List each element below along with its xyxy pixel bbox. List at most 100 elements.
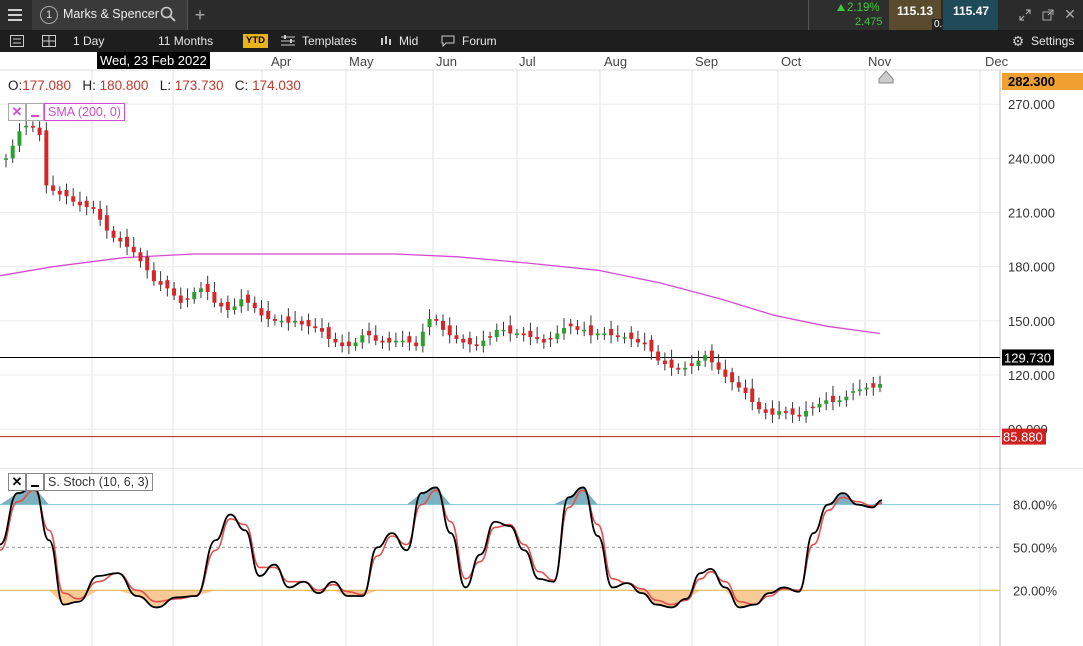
add-tab-icon[interactable]: + [190,5,210,25]
candle-body [306,319,311,327]
close-label: C: [234,78,249,93]
candle-body [10,145,15,159]
instrument-tab[interactable]: 1 Marks & Spencer [32,0,188,30]
expand-icon[interactable] [1018,8,1032,22]
x-tick-label: Sep [695,54,718,69]
candle [588,315,593,344]
tab-number-badge: 1 [40,6,58,24]
candle [367,322,372,344]
close-value: 174.030 [252,78,301,93]
candle [709,344,714,371]
candle [817,397,822,413]
candle [293,310,298,328]
candle-body [696,360,701,366]
high-level-label: 129.730 [1004,350,1051,365]
forum-button[interactable]: Forum [462,30,497,52]
high-value: 180.800 [99,78,149,93]
stoch-legend[interactable]: S. Stoch (10, 6, 3) [44,473,153,491]
candle-body [313,326,318,329]
stoch-remove-icon[interactable]: ✕ [8,473,26,491]
candle [649,335,654,360]
current-price-label: 282.300 [1008,74,1055,89]
forum-icon [440,34,456,48]
sma-remove-icon[interactable]: ✕ [8,103,26,121]
candle [541,334,546,349]
settings-button[interactable]: Settings [1031,30,1074,52]
candle-body [346,341,351,347]
ask-box[interactable]: 115.47 [943,0,998,30]
candle [259,300,264,322]
candle [111,226,116,243]
candle-body [844,396,849,401]
ytd-button[interactable]: YTD [243,34,268,48]
search-icon[interactable] [160,6,176,27]
layout-list-icon[interactable] [6,32,28,50]
candle [51,175,56,196]
candle-body [30,125,35,128]
candle-body [165,280,170,289]
x-tick-label: Nov [868,54,892,69]
sma-legend[interactable]: SMA (200, 0) [44,103,125,121]
candle [219,298,224,313]
hamburger-menu-icon[interactable] [4,5,26,25]
x-tick-label: Oct [781,54,802,69]
candle-body [467,337,472,345]
candle-body [239,299,244,307]
chart-toolbar: 1 Day 11 Months YTD Templates Mid Forum … [0,30,1083,52]
candle [824,392,829,411]
candle [656,345,661,366]
candle [326,322,331,348]
candle-body [494,329,499,338]
candle [797,406,802,422]
candle [145,250,150,279]
stoch-minimize-icon[interactable] [26,473,44,491]
candle-body [219,302,224,307]
candle-body [689,363,694,366]
candle-body [864,387,869,390]
candle-body [138,252,143,262]
candle [723,359,728,384]
candle-body [272,319,277,321]
candle [830,385,835,411]
candle-body [602,333,607,335]
candle [64,183,69,205]
price-type-selector[interactable]: Mid [399,30,418,52]
range-selector[interactable]: 11 Months [158,30,213,52]
candle [622,332,627,344]
candle-body [474,344,479,347]
sma-minimize-icon[interactable] [26,103,44,121]
interval-selector[interactable]: 1 Day [73,30,104,52]
candle-body [252,302,257,309]
candle-body [756,402,761,410]
y-tick-label: 240.000 [1008,151,1055,166]
candle [420,323,425,353]
candle [313,318,318,333]
y-tick-label: 210.000 [1008,206,1055,221]
candle [427,309,432,336]
candle [514,328,519,338]
candle-body [575,326,580,330]
candle [615,325,620,342]
price-chart[interactable]: Apr May Jun Jul Aug Sep Oct Nov Dec 270.000 240.00… [0,52,1083,468]
stochastic-chart[interactable]: 80.00% 50.00% 20.00% [0,468,1083,646]
candle [871,376,876,396]
layout-grid-icon[interactable] [38,32,60,50]
candle-body [205,283,210,292]
popout-icon[interactable] [1041,8,1055,22]
candle [77,191,82,212]
candle-body [57,190,62,195]
candle-body [319,328,324,332]
close-icon[interactable]: ✕ [1063,6,1077,22]
change-up-icon [837,4,845,11]
candle [609,320,614,344]
candle-body [615,335,620,338]
templates-button[interactable]: Templates [302,30,357,52]
candle [71,188,76,207]
candle [676,363,681,375]
candle [629,326,634,348]
candle [151,262,156,286]
candle [750,378,755,411]
y-tick-label: 150.000 [1008,314,1055,329]
candle [494,323,499,342]
candle-body [158,281,163,285]
